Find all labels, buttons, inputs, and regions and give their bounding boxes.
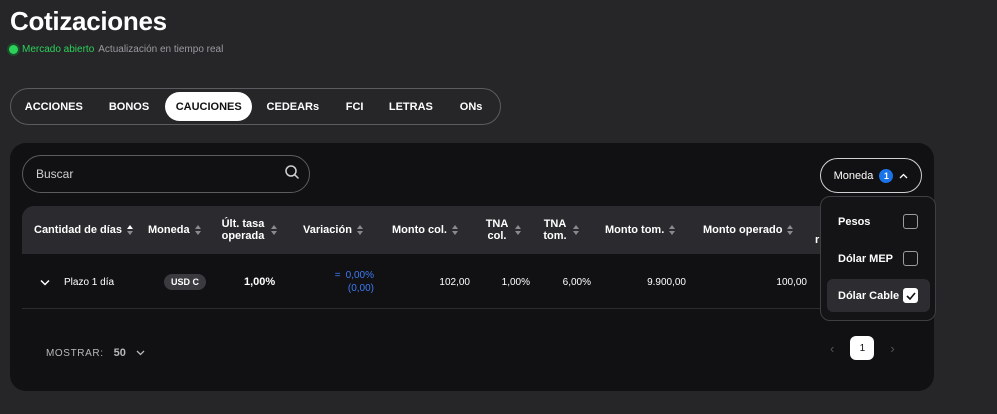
- page-title: Cotizaciones: [10, 6, 167, 36]
- page-size-value: 50: [113, 347, 126, 359]
- tab-cedears[interactable]: CEDEARs: [252, 92, 334, 121]
- table-header: Cantidad de días Moneda Últ. tasa operad…: [22, 206, 922, 254]
- col-tna-col-label: TNA col.: [485, 218, 509, 242]
- currency-filter-button[interactable]: Moneda 1: [820, 158, 922, 193]
- checkbox-dolar-mep[interactable]: [903, 251, 918, 266]
- col-amount-col-label: Monto col.: [392, 224, 447, 236]
- variation-abs: (0,00): [347, 283, 374, 294]
- option-dolar-cable[interactable]: Dólar Cable: [827, 279, 930, 312]
- variation-pct-value: 0,00%: [345, 270, 374, 281]
- currency-filter-label: Moneda: [833, 169, 874, 182]
- currency-dropdown: Pesos Dólar MEP Dólar Cable: [820, 196, 936, 321]
- filter-count-badge: 1: [879, 168, 894, 183]
- variation-cell: = 0,00% (0,00): [318, 255, 374, 309]
- col-amount-col[interactable]: Monto col.: [392, 206, 458, 254]
- col-last-rate[interactable]: Últ. tasa operada: [220, 206, 277, 254]
- sort-icon: [573, 225, 579, 235]
- currency-cell: USD C: [164, 255, 207, 309]
- show-label: MOSTRAR:: [46, 347, 104, 359]
- tab-letras[interactable]: LETRAS: [376, 92, 447, 121]
- next-page-icon[interactable]: ›: [890, 341, 894, 356]
- option-dolar-mep[interactable]: Dólar MEP: [827, 242, 930, 275]
- search-input[interactable]: [36, 167, 266, 181]
- last-rate-cell: 1,00%: [244, 276, 276, 288]
- sort-icon: [194, 225, 201, 235]
- col-tna-tom[interactable]: TNA tom.: [542, 206, 579, 254]
- check-icon: [905, 291, 916, 300]
- market-status: Mercado abierto Actualización en tiempo …: [9, 44, 223, 55]
- col-variation[interactable]: Variación: [303, 206, 363, 254]
- checkbox-dolar-cable[interactable]: [903, 288, 918, 303]
- amount-tom-cell: 9.900,00: [647, 276, 686, 288]
- col-tna-tom-label: TNA tom.: [543, 218, 567, 242]
- tna-tom-cell: 6,00%: [562, 276, 591, 288]
- col-amount-op[interactable]: Monto operado: [703, 206, 794, 254]
- col-amount-tom[interactable]: Monto tom.: [605, 206, 676, 254]
- sort-icon: [356, 225, 363, 235]
- pagination: ‹ 1 ›: [830, 336, 895, 360]
- option-dolar-cable-label: Dólar Cable: [838, 289, 900, 302]
- option-pesos[interactable]: Pesos: [827, 205, 930, 238]
- currency-badge: USD C: [164, 274, 207, 290]
- col-currency[interactable]: Moneda: [148, 206, 201, 254]
- page-button-current[interactable]: 1: [850, 336, 875, 360]
- tab-bonos[interactable]: BONOS: [93, 92, 166, 121]
- col-days[interactable]: Cantidad de días: [34, 206, 134, 254]
- chevron-up-icon: [899, 170, 908, 182]
- col-partial-label: r: [815, 234, 820, 246]
- option-pesos-label: Pesos: [838, 215, 871, 228]
- tab-fci[interactable]: FCI: [334, 92, 376, 121]
- col-amount-tom-label: Monto tom.: [605, 224, 665, 236]
- sort-icon: [515, 225, 521, 235]
- market-open-label: Mercado abierto: [22, 44, 95, 55]
- col-currency-label: Moneda: [148, 224, 190, 236]
- variation-pct: = 0,00%: [335, 269, 374, 282]
- equal-icon: =: [334, 270, 341, 281]
- col-amount-op-label: Monto operado: [703, 224, 783, 236]
- realtime-label: Actualización en tiempo real: [98, 44, 224, 55]
- amount-op-cell: 100,00: [776, 276, 807, 288]
- tab-acciones[interactable]: ACCIONES: [15, 92, 93, 121]
- col-variation-label: Variación: [303, 224, 352, 236]
- sort-asc-icon: [127, 225, 134, 235]
- page-size-control[interactable]: MOSTRAR: 50: [46, 347, 145, 359]
- col-tna-col[interactable]: TNA col.: [484, 206, 521, 254]
- expand-chevron-icon[interactable]: [40, 255, 50, 309]
- instrument-tabs: ACCIONES BONOS CAUCIONES CEDEARs FCI LET…: [10, 88, 501, 125]
- status-dot-icon: [9, 45, 18, 54]
- search-box: [22, 155, 310, 193]
- sort-icon: [669, 225, 676, 235]
- prev-page-icon[interactable]: ‹: [830, 341, 834, 356]
- quotes-panel: Moneda 1 Cantidad de días Moneda Últ. ta…: [10, 143, 934, 391]
- sort-icon: [452, 225, 458, 235]
- sort-icon: [787, 225, 794, 235]
- amount-col-cell: 102,00: [439, 276, 470, 288]
- table-row[interactable]: Plazo 1 día USD C 1,00% = 0,00% (0,00) 10…: [22, 255, 922, 309]
- col-days-label: Cantidad de días: [34, 224, 123, 236]
- tna-col-cell: 1,00%: [501, 276, 530, 288]
- checkbox-pesos[interactable]: [903, 214, 918, 229]
- col-last-rate-label: Últ. tasa operada: [221, 218, 265, 242]
- search-icon[interactable]: [285, 164, 299, 184]
- sort-icon: [271, 225, 277, 235]
- option-dolar-mep-label: Dólar MEP: [838, 252, 894, 265]
- term-cell: Plazo 1 día: [64, 276, 115, 288]
- tab-cauciones[interactable]: CAUCIONES: [165, 92, 253, 121]
- tab-ons[interactable]: ONs: [446, 92, 496, 121]
- chevron-down-icon: [136, 348, 145, 359]
